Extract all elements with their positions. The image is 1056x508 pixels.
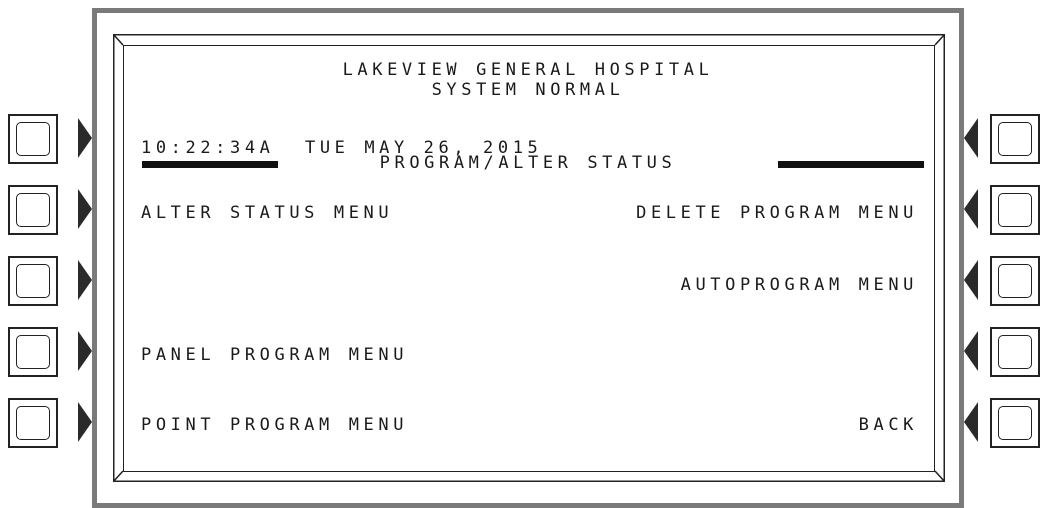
arrow-left-icon: [964, 189, 978, 229]
key-face: [16, 335, 50, 369]
soft-key-right-1[interactable]: [990, 114, 1040, 164]
menu-autoprogram: AUTOPROGRAM MENU: [680, 275, 918, 295]
screen-title: PROGRAM/ALTER STATUS: [379, 153, 677, 173]
arrow-left-icon: [964, 331, 978, 371]
soft-key-right-2[interactable]: [990, 185, 1040, 235]
title-bar-left: [142, 161, 278, 168]
lcd-screen: [123, 45, 935, 472]
arrow-left-icon: [964, 118, 978, 158]
menu-panel-program: PANEL PROGRAM MENU: [141, 345, 409, 365]
soft-key-left-2[interactable]: [8, 185, 58, 235]
soft-key-right-5[interactable]: [990, 398, 1040, 448]
arrow-right-icon: [78, 331, 92, 371]
key-face: [998, 335, 1032, 369]
key-face: [998, 406, 1032, 440]
arrow-left-icon: [964, 260, 978, 300]
title-bar-right: [778, 161, 924, 168]
soft-key-left-1[interactable]: [8, 114, 58, 164]
key-face: [998, 264, 1032, 298]
system-status: SYSTEM NORMAL: [431, 80, 625, 100]
menu-point-program: POINT PROGRAM MENU: [141, 415, 409, 435]
soft-key-right-3[interactable]: [990, 256, 1040, 306]
menu-back: BACK: [858, 415, 918, 435]
key-face: [998, 193, 1032, 227]
facility-name: LAKEVIEW GENERAL HOSPITAL: [342, 60, 714, 80]
arrow-right-icon: [78, 402, 92, 442]
key-face: [16, 193, 50, 227]
key-face: [998, 122, 1032, 156]
menu-delete-program: DELETE PROGRAM MENU: [636, 203, 918, 223]
key-face: [16, 264, 50, 298]
arrow-right-icon: [78, 260, 92, 300]
soft-key-right-4[interactable]: [990, 327, 1040, 377]
arrow-right-icon: [78, 189, 92, 229]
arrow-left-icon: [964, 402, 978, 442]
menu-alter-status: ALTER STATUS MENU: [141, 203, 394, 223]
key-face: [16, 406, 50, 440]
key-face: [16, 122, 50, 156]
soft-key-left-5[interactable]: [8, 398, 58, 448]
arrow-right-icon: [78, 118, 92, 158]
clock-time: 10:22:34A: [141, 138, 275, 158]
soft-key-left-4[interactable]: [8, 327, 58, 377]
soft-key-left-3[interactable]: [8, 256, 58, 306]
